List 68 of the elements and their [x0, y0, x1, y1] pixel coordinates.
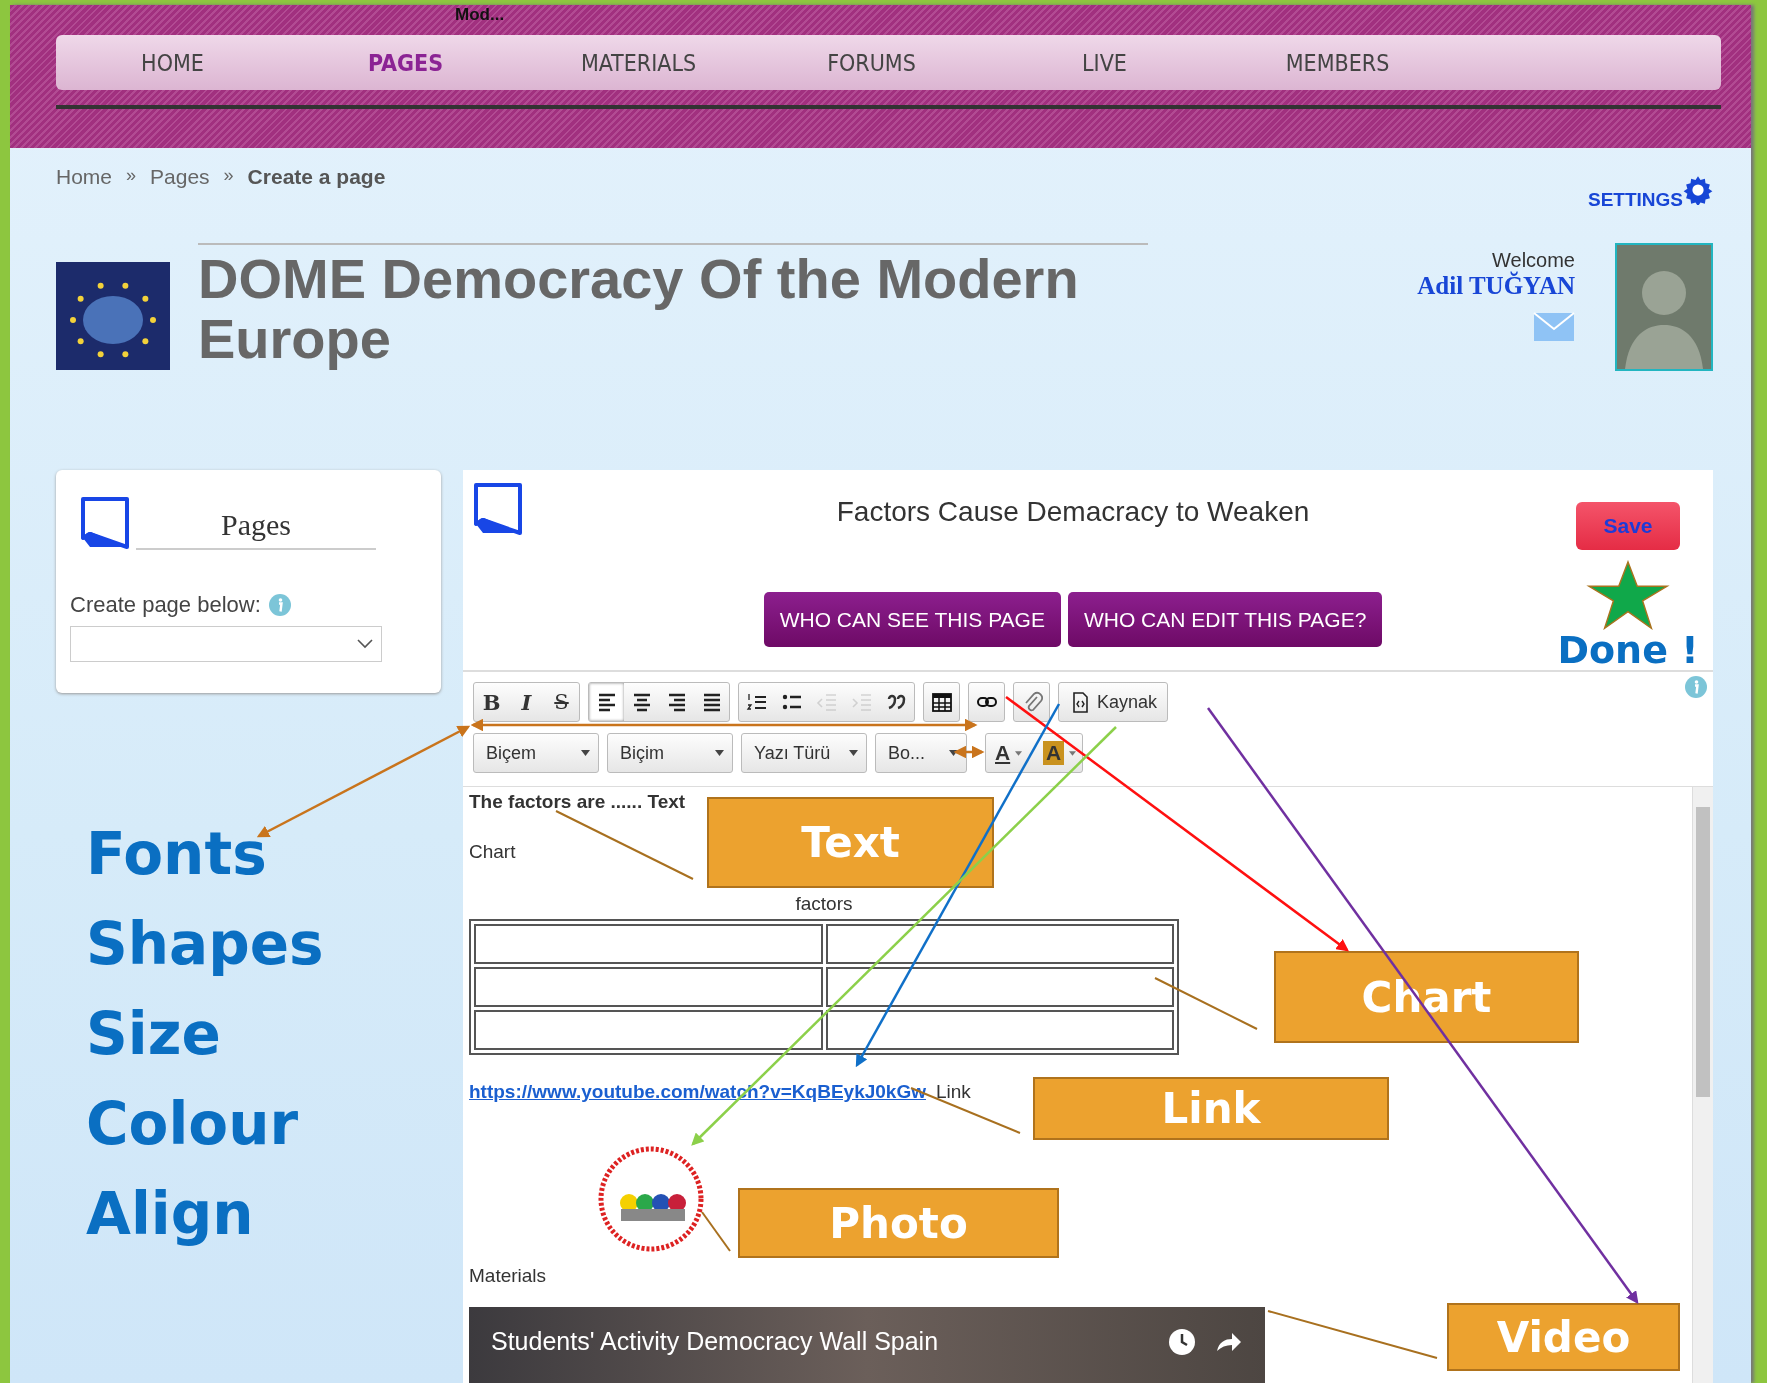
settings-link[interactable]: SETTINGS	[1588, 189, 1683, 211]
scrollbar[interactable]	[1692, 787, 1713, 1383]
format-dropdown[interactable]: Biçem	[473, 733, 599, 773]
caret-icon	[849, 750, 858, 756]
strike-button[interactable]: S	[544, 683, 579, 721]
nav-link[interactable]: MATERIALS	[522, 49, 755, 76]
callout-label: Link	[1033, 1077, 1389, 1140]
breadcrumb-link[interactable]: Pages	[150, 165, 210, 189]
caret-icon	[581, 750, 590, 756]
permissions-button[interactable]: WHO CAN SEE THIS PAGE	[763, 592, 1061, 647]
text-color-button[interactable]: A	[986, 734, 1034, 772]
table-caption: factors	[794, 893, 854, 915]
welcome-text: Welcome	[1492, 249, 1575, 271]
page-title: Factors Cause Demacracy to Weaken	[836, 496, 1310, 528]
caret-icon	[1015, 750, 1023, 756]
ordered-list-icon	[745, 691, 768, 713]
user-name[interactable]: Adil TUĞYAN	[1417, 272, 1575, 300]
video-thumbnail[interactable]: Students' Activity Democracy Wall Spain	[469, 1307, 1265, 1383]
permissions-button[interactable]: WHO CAN EDIT THIS PAGE?	[1067, 592, 1383, 647]
editor-text: Chart	[469, 841, 516, 863]
annotation-label: Size	[86, 999, 222, 1070]
format-dropdown[interactable]: Biçim	[607, 733, 733, 773]
breadcrumb-current: Create a page	[247, 165, 386, 189]
annotation-label: Fonts	[86, 819, 268, 890]
star-icon	[1586, 559, 1670, 630]
callout-label: Video	[1447, 1303, 1680, 1371]
caret-icon	[1069, 750, 1077, 756]
leader-line	[701, 1211, 731, 1252]
italic-button[interactable]: I	[509, 683, 544, 721]
breadcrumb-separator: »	[223, 165, 234, 186]
clock-icon[interactable]	[1167, 1327, 1197, 1357]
video-title: Students' Activity Democracy Wall Spain	[491, 1327, 940, 1356]
table-icon	[930, 691, 953, 713]
editor-text: Link	[935, 1081, 971, 1103]
callout-label: Photo	[738, 1188, 1059, 1258]
background-color-button[interactable]: A	[1034, 734, 1082, 772]
outdent-icon	[815, 691, 838, 713]
settings-icon[interactable]	[1683, 175, 1713, 205]
bold-button[interactable]: B	[474, 683, 509, 721]
editor-text: Materials	[469, 1265, 547, 1287]
page-icon	[473, 482, 523, 536]
indent-icon	[850, 691, 873, 713]
callout-label: Text	[707, 797, 994, 888]
page-icon	[80, 496, 130, 550]
double-arrow	[953, 745, 985, 759]
nav-link[interactable]: FORUMS	[755, 49, 988, 76]
annotation-label: Shapes	[86, 909, 325, 980]
nav-link[interactable]: LIVE	[988, 49, 1221, 76]
cut-off-text: Mod...	[455, 5, 505, 25]
caret-icon	[949, 750, 958, 756]
annotation-label: Align	[86, 1179, 255, 1250]
annotation-label: Colour	[86, 1089, 300, 1160]
field-label: Create page below:	[70, 592, 261, 618]
nav-link[interactable]: PAGES	[289, 49, 522, 76]
editor-text: The factors are ...... Text	[469, 791, 686, 814]
nav-link[interactable]: MEMBERS	[1221, 49, 1454, 76]
source-button[interactable]: Kaynak	[1059, 683, 1168, 721]
chevron-icon	[357, 639, 373, 649]
nav-link[interactable]: HOME	[56, 49, 289, 76]
format-dropdown[interactable]: Bo...	[875, 733, 967, 773]
card-title: Pages	[136, 508, 376, 550]
caret-icon	[715, 750, 724, 756]
site-title: DOME Democracy Of the Modern Europe	[198, 249, 1080, 369]
align-left-button[interactable]	[589, 683, 624, 721]
format-dropdown[interactable]: Yazı Türü	[741, 733, 867, 773]
breadcrumb-separator: »	[126, 165, 137, 186]
annotation-label: Done !	[1557, 630, 1699, 670]
breadcrumb-link[interactable]: Home	[56, 165, 113, 189]
